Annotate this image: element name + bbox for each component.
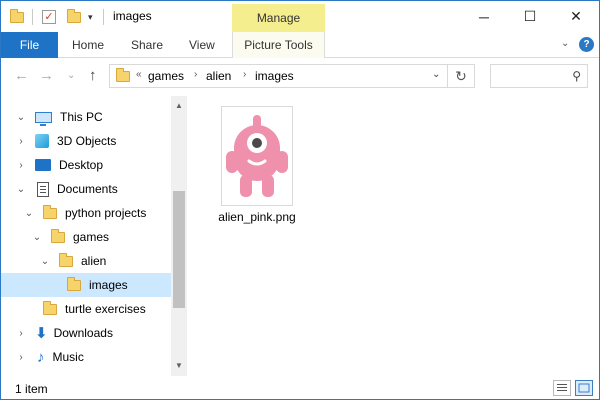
- tab-picture-tools[interactable]: Picture Tools: [232, 32, 325, 58]
- item-count: 1 item: [15, 382, 48, 396]
- nav-item-label: Documents: [57, 182, 118, 196]
- manage-contextual-tab[interactable]: Manage: [232, 4, 325, 33]
- nav-item-python-projects[interactable]: ⌄ python projects: [1, 201, 171, 225]
- breadcrumb-images[interactable]: images: [255, 69, 294, 83]
- large-icons-view-icon[interactable]: [575, 380, 593, 396]
- alien-pink-thumbnail[interactable]: [221, 106, 293, 206]
- close-button[interactable]: ✕: [553, 1, 599, 32]
- app-folder-icon: [10, 7, 24, 27]
- desktop-icon: [35, 159, 51, 171]
- forward-arrow-icon[interactable]: →: [39, 67, 54, 84]
- new-folder-icon[interactable]: [67, 7, 81, 27]
- expand-chevron-icon[interactable]: ⌄: [15, 112, 27, 123]
- folder-icon: [67, 276, 81, 291]
- nav-item-music[interactable]: › ♪ Music: [1, 345, 171, 369]
- nav-item-images[interactable]: images: [1, 273, 171, 297]
- file-item[interactable]: alien_pink.png: [213, 106, 301, 224]
- expand-ribbon-icon[interactable]: ⌄: [561, 38, 569, 49]
- ribbon-tabs: File Home Share View Picture Tools ⌄ ?: [1, 32, 599, 58]
- nav-pane-scrollbar[interactable]: ▲ ▼: [171, 96, 187, 376]
- nav-item-label: images: [89, 278, 128, 292]
- expand-chevron-icon[interactable]: ⌄: [15, 184, 27, 195]
- breadcrumb-games[interactable]: games: [148, 69, 184, 83]
- folder-icon: [59, 252, 73, 267]
- explorer-window: ✓ ▾ images Manage ─ ☐ ✕ File Home Share …: [0, 0, 600, 400]
- music-icon: ♪: [37, 348, 45, 366]
- folder-icon: [43, 300, 57, 315]
- search-input[interactable]: ⚲: [490, 64, 588, 88]
- back-arrow-icon[interactable]: ←: [14, 67, 29, 84]
- customize-quick-access-button[interactable]: ▾: [88, 7, 93, 27]
- expand-chevron-icon[interactable]: ⌄: [31, 232, 43, 243]
- nav-item-label: Desktop: [59, 158, 104, 172]
- expand-chevron-icon[interactable]: ⌄: [23, 208, 35, 219]
- 3d-objects-icon: [35, 134, 49, 148]
- nav-item-documents[interactable]: ⌄ Documents: [1, 177, 171, 201]
- nav-item-label: turtle exercises: [65, 302, 146, 316]
- nav-item-label: Music: [52, 350, 84, 364]
- tab-file[interactable]: File: [1, 32, 58, 58]
- navigation-bar: ← → ⌄ ↑ « games › alien › images ⌄ ↻ ⚲: [1, 58, 599, 96]
- address-dropdown-icon[interactable]: ⌄: [432, 69, 440, 80]
- expand-chevron-icon[interactable]: ›: [15, 328, 27, 339]
- nav-item-label: python projects: [65, 206, 147, 220]
- status-bar: 1 item: [1, 376, 599, 399]
- title-separator: [103, 9, 104, 25]
- folder-icon: [43, 204, 57, 219]
- alien-pink-image: [226, 115, 288, 197]
- nav-item-label: Downloads: [53, 326, 113, 340]
- scroll-up-arrow-icon[interactable]: ▲: [171, 98, 187, 114]
- title-bar: ✓ ▾ images Manage ─ ☐ ✕: [1, 1, 599, 33]
- nav-item-label: This PC: [60, 110, 103, 124]
- nav-item-alien[interactable]: ⌄ alien: [1, 249, 171, 273]
- maximize-button[interactable]: ☐: [507, 1, 553, 32]
- file-name-label[interactable]: alien_pink.png: [213, 210, 301, 224]
- tab-view[interactable]: View: [189, 32, 215, 58]
- breadcrumb-alien[interactable]: alien: [206, 69, 231, 83]
- nav-item-games[interactable]: ⌄ games: [1, 225, 171, 249]
- tab-share[interactable]: Share: [131, 32, 163, 58]
- nav-item-desktop[interactable]: › Desktop: [1, 153, 171, 177]
- pc-icon: [35, 111, 52, 126]
- help-icon[interactable]: ?: [579, 37, 594, 52]
- up-arrow-icon[interactable]: ↑: [89, 67, 97, 84]
- navigation-pane: ⌄ This PC › 3D Objects › Desktop ⌄ Docum…: [1, 96, 187, 376]
- folder-icon: [51, 228, 65, 243]
- minimize-button[interactable]: ─: [461, 1, 507, 32]
- downloads-icon: ⬇: [35, 325, 48, 342]
- address-bar[interactable]: « games › alien › images ⌄: [109, 64, 448, 88]
- nav-item-label: alien: [81, 254, 107, 268]
- nav-item-label: 3D Objects: [57, 134, 117, 148]
- expand-chevron-icon[interactable]: ⌄: [39, 256, 51, 267]
- tab-home[interactable]: Home: [72, 32, 104, 58]
- window-title: images: [113, 9, 152, 23]
- nav-item-downloads[interactable]: › ⬇ Downloads: [1, 321, 171, 345]
- breadcrumb-separator-icon[interactable]: ›: [194, 69, 197, 80]
- scrollbar-thumb[interactable]: [173, 191, 185, 308]
- refresh-icon[interactable]: ↻: [448, 64, 475, 88]
- nav-item-3d-objects[interactable]: › 3D Objects: [1, 129, 171, 153]
- nav-item-this-pc[interactable]: ⌄ This PC: [1, 105, 171, 129]
- file-list-area[interactable]: alien_pink.png: [187, 96, 599, 376]
- nav-item-turtle-exercises[interactable]: turtle exercises: [1, 297, 171, 321]
- search-icon[interactable]: ⚲: [572, 69, 581, 83]
- expand-chevron-icon[interactable]: ›: [15, 160, 27, 171]
- nav-item-label: games: [73, 230, 110, 244]
- breadcrumb-separator-icon[interactable]: ›: [243, 69, 246, 80]
- breadcrumb-overflow-icon[interactable]: «: [136, 69, 142, 80]
- properties-icon[interactable]: ✓: [42, 7, 56, 27]
- recent-locations-chevron-icon[interactable]: ⌄: [67, 70, 75, 81]
- details-view-icon[interactable]: [553, 380, 571, 396]
- expand-chevron-icon[interactable]: ›: [15, 352, 27, 363]
- scroll-down-arrow-icon[interactable]: ▼: [171, 358, 187, 374]
- documents-icon: [37, 181, 49, 197]
- title-separator: [32, 9, 33, 25]
- expand-chevron-icon[interactable]: ›: [15, 136, 27, 147]
- address-folder-icon: [116, 68, 130, 82]
